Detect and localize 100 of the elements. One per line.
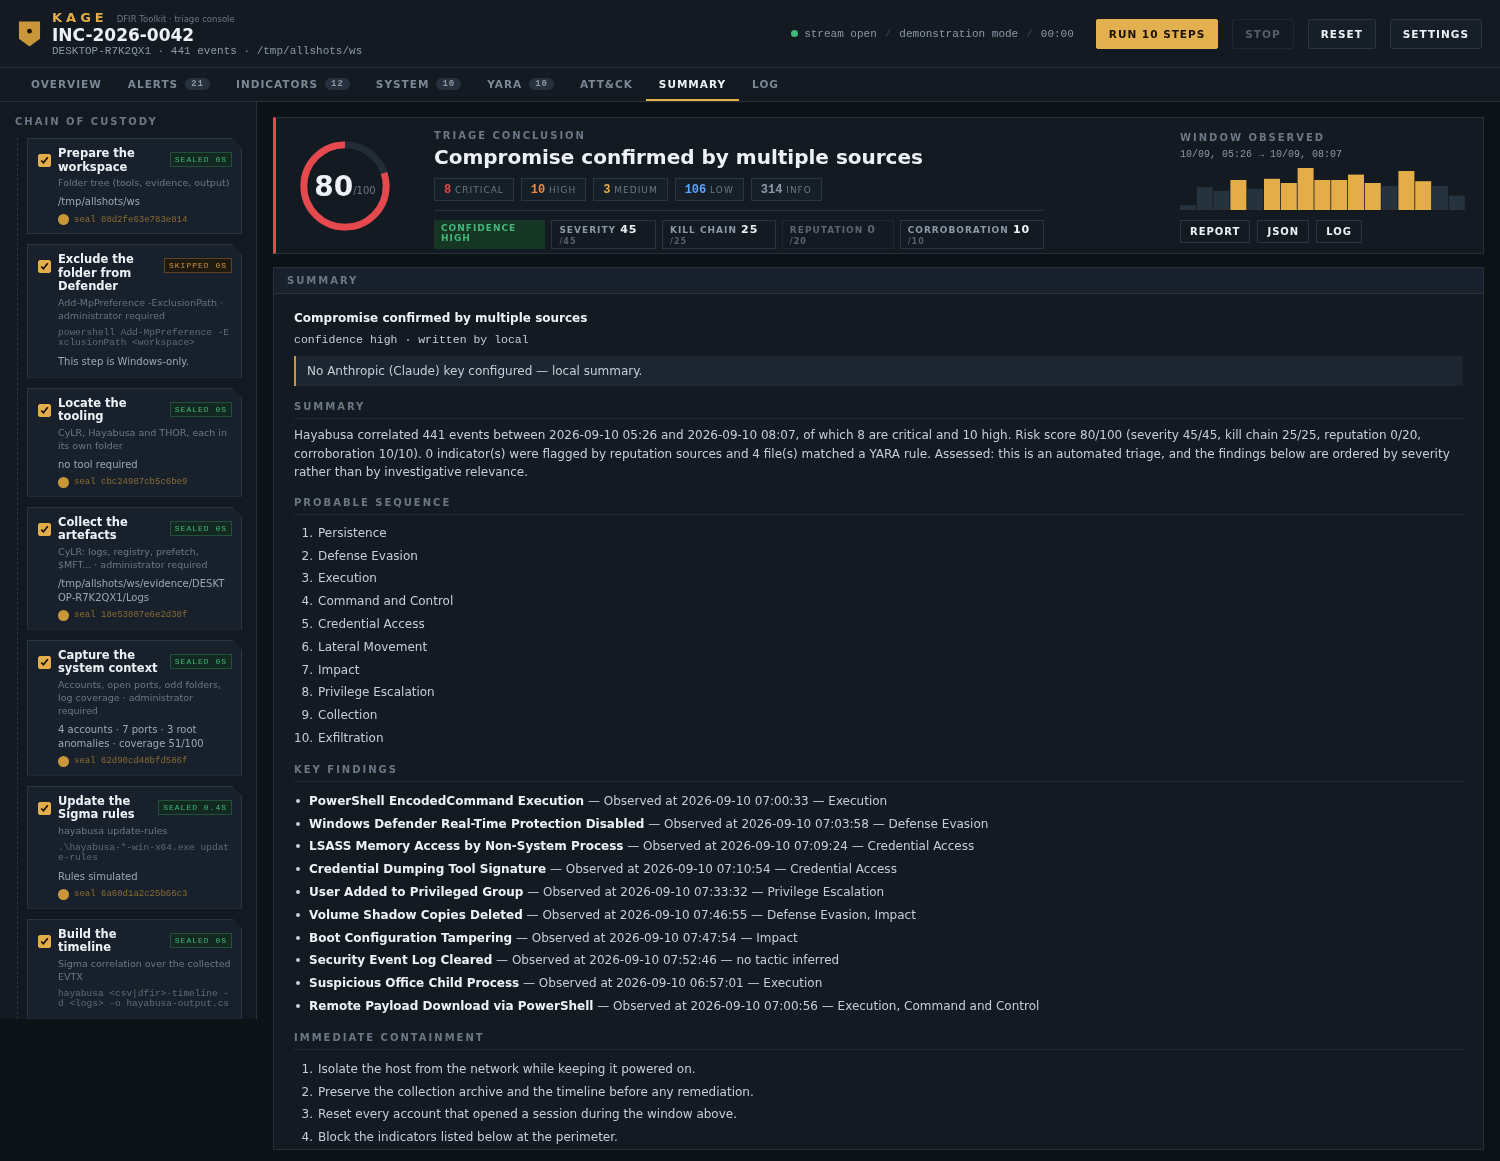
list-number: 1. bbox=[300, 1061, 313, 1076]
step-result: /tmp/allshots/ws/evidence/DESKTOP-R7K2QX1/Logs bbox=[58, 576, 226, 605]
brand-subtitle: DFIR Toolkit · triage console bbox=[116, 14, 235, 24]
window-label: WINDOW OBSERVED bbox=[1180, 132, 1327, 143]
conclusion-label: TRIAGE CONCLUSION bbox=[434, 130, 587, 141]
seal-hash: seal 6a60d1a2c25b66c3 bbox=[74, 889, 188, 899]
step-title: Exclude the folder from Defender bbox=[58, 253, 135, 294]
list-number: 4. bbox=[300, 1130, 313, 1145]
list-item: Impact bbox=[318, 662, 360, 677]
list-number: 5. bbox=[300, 617, 313, 632]
severity-count: 3 MEDIUM bbox=[593, 178, 668, 201]
incident-meta: DESKTOP-R7K2QX1 · 441 events · /tmp/allshots/ws bbox=[52, 45, 363, 57]
sidebar-title: CHAIN OF CUSTODY bbox=[14, 116, 159, 127]
step-status-badge: SEALED 0S bbox=[169, 653, 232, 669]
finding-item: Volume Shadow Copies Deleted — Observed at 2026-09-10 07:46:55 — Defense Evasion, Impact bbox=[309, 907, 916, 922]
step-checkbox[interactable] bbox=[38, 801, 51, 815]
seal-icon bbox=[58, 609, 69, 621]
tab[interactable]: LOG bbox=[739, 68, 792, 101]
step-checkbox[interactable] bbox=[38, 260, 51, 273]
tab[interactable]: SYSTEM 10 bbox=[362, 68, 475, 101]
list-item: Preserve the collection archive and the timeline before any remediation. bbox=[318, 1084, 754, 1099]
status-separator: / bbox=[884, 27, 892, 40]
severity-count: 314 INFO bbox=[750, 178, 822, 201]
finding-item: Suspicious Office Child Process — Observed at 2026-09-10 06:57:01 — Execution bbox=[309, 976, 823, 991]
export-button[interactable]: LOG bbox=[1316, 220, 1362, 243]
finding-item: Boot Configuration Tampering — Observed at 2026-09-10 07:47:54 — Impact bbox=[309, 930, 798, 945]
score-chip: REPUTATION 0 /20 bbox=[781, 220, 894, 249]
step-checkbox[interactable] bbox=[38, 522, 51, 536]
action-button[interactable]: RUN 10 STEPS bbox=[1095, 18, 1219, 49]
tab-count: 10 bbox=[436, 77, 462, 90]
section-heading: KEY FINDINGS bbox=[294, 764, 1463, 783]
list-number: 2. bbox=[300, 548, 313, 563]
list-item: Persistence bbox=[318, 525, 387, 540]
histogram-bar bbox=[1348, 174, 1364, 210]
list-item: Credential Access bbox=[318, 617, 425, 632]
step-checkbox[interactable] bbox=[38, 655, 51, 669]
tab[interactable]: SUMMARY bbox=[645, 68, 740, 101]
list-item: Execution bbox=[318, 571, 377, 586]
step-title: Collect the artefacts bbox=[58, 515, 129, 543]
list-item: Exfiltration bbox=[318, 731, 384, 746]
action-button[interactable]: SETTINGS bbox=[1389, 18, 1482, 49]
list-item: Collection bbox=[318, 708, 378, 723]
seal-icon bbox=[58, 888, 69, 900]
list-number: 1. bbox=[300, 525, 313, 540]
conclusion-title: Compromise confirmed by multiple sources bbox=[434, 145, 924, 169]
step-command: hayabusa <csv|dfir>-timeline -d <logs> -o hayabusa-output.cs bbox=[58, 988, 231, 1010]
tab[interactable]: YARA 10 bbox=[474, 68, 567, 101]
step-result: /tmp/allshots/ws bbox=[58, 195, 141, 209]
list-number: 6. bbox=[300, 639, 313, 654]
finding-item: PowerShell EncodedCommand Execution — Observed at 2026-09-10 07:00:33 — Execution bbox=[309, 793, 888, 808]
list-item: Block the indicators listed below at the perimeter. bbox=[318, 1130, 618, 1145]
action-button[interactable]: RESET bbox=[1307, 18, 1376, 49]
tab[interactable]: OVERVIEW bbox=[18, 68, 115, 101]
finding-item: Credential Dumping Tool Signature — Observed at 2026-09-10 07:10:54 — Credential Access bbox=[309, 862, 897, 877]
step-checkbox[interactable] bbox=[38, 403, 51, 417]
list-number: 10. bbox=[294, 731, 313, 746]
bullet-icon bbox=[296, 912, 300, 917]
bullet-icon bbox=[296, 798, 300, 803]
summary-meta: confidence high · written by local bbox=[294, 333, 530, 346]
tab[interactable]: ALERTS 21 bbox=[114, 68, 223, 101]
seal-icon bbox=[58, 476, 69, 488]
step-command: powershell Add-MpPreference -ExclusionPath <workspace> bbox=[58, 327, 231, 349]
step-status-badge: SEALED 0S bbox=[169, 932, 232, 948]
step-result: Rules simulated bbox=[58, 869, 139, 884]
notice: No Anthropic (Claude) key configured — local summary. bbox=[294, 356, 1463, 386]
score-chip: CORROBORATION 10 /10 bbox=[899, 220, 1044, 249]
step-description: CyLR, Hayabusa and THOR, each in its own folder bbox=[58, 425, 228, 452]
step-title: Capture the system context bbox=[58, 648, 159, 676]
seal-hash: seal cbc24987cb5c6be9 bbox=[74, 477, 188, 487]
finding-item: User Added to Privileged Group — Observed at 2026-09-10 07:33:32 — Privilege Escalation bbox=[309, 885, 885, 900]
list-item: Isolate the host from the network while keeping it powered on. bbox=[318, 1061, 696, 1076]
tab-count: 10 bbox=[529, 77, 554, 90]
list-number: 4. bbox=[300, 594, 313, 609]
step-description: Accounts, open ports, odd folders, log coverage · administrator required bbox=[58, 677, 222, 717]
seal-hash: seal 18e53807e6e2d38f bbox=[74, 610, 188, 620]
summary-paragraph: Hayabusa correlated 441 events between 2026-09-10 05:26 and 2026-09-10 08:07, of which 8 are critical and 10 high. Risk score 80/100 (severity 45/45, kill chain 25/25, reputation 0/20, corroboration 10/10). 0 indicator(s) were flagged by reputation sources and 4 file(s) matched a YARA rule. Assessed: this is an automated triage, and the findings below are ordered by severity rather than by investigative relevance. bbox=[294, 427, 1451, 481]
seal-hash: seal 88d2fe63e783e814 bbox=[74, 214, 188, 225]
step-checkbox[interactable] bbox=[38, 154, 51, 167]
bullet-icon bbox=[296, 890, 300, 895]
step-title: Update the Sigma rules bbox=[58, 794, 136, 822]
status-text: 00:00 bbox=[1040, 27, 1074, 40]
status-dot bbox=[791, 30, 799, 37]
tab[interactable]: ATT&CK bbox=[566, 68, 646, 101]
score-chip: SEVERITY 45 /45 bbox=[551, 220, 657, 249]
step-result: This step is Windows-only. bbox=[58, 354, 190, 369]
export-button[interactable]: REPORT bbox=[1180, 220, 1251, 243]
list-number: 3. bbox=[300, 571, 313, 586]
bullet-icon bbox=[296, 867, 300, 872]
score-max: /100 bbox=[353, 184, 376, 196]
export-button[interactable]: JSON bbox=[1257, 220, 1310, 243]
histogram-bar bbox=[1415, 181, 1432, 210]
bullet-icon bbox=[296, 844, 300, 849]
tab[interactable]: INDICATORS 12 bbox=[222, 68, 363, 101]
bullet-icon bbox=[296, 958, 300, 963]
histogram-bar bbox=[1364, 183, 1381, 210]
step-checkbox[interactable] bbox=[38, 934, 51, 948]
summary-title: Compromise confirmed by multiple sources bbox=[294, 311, 589, 325]
list-number: 7. bbox=[300, 662, 313, 677]
list-number: 9. bbox=[300, 708, 313, 723]
list-number: 8. bbox=[300, 685, 313, 700]
